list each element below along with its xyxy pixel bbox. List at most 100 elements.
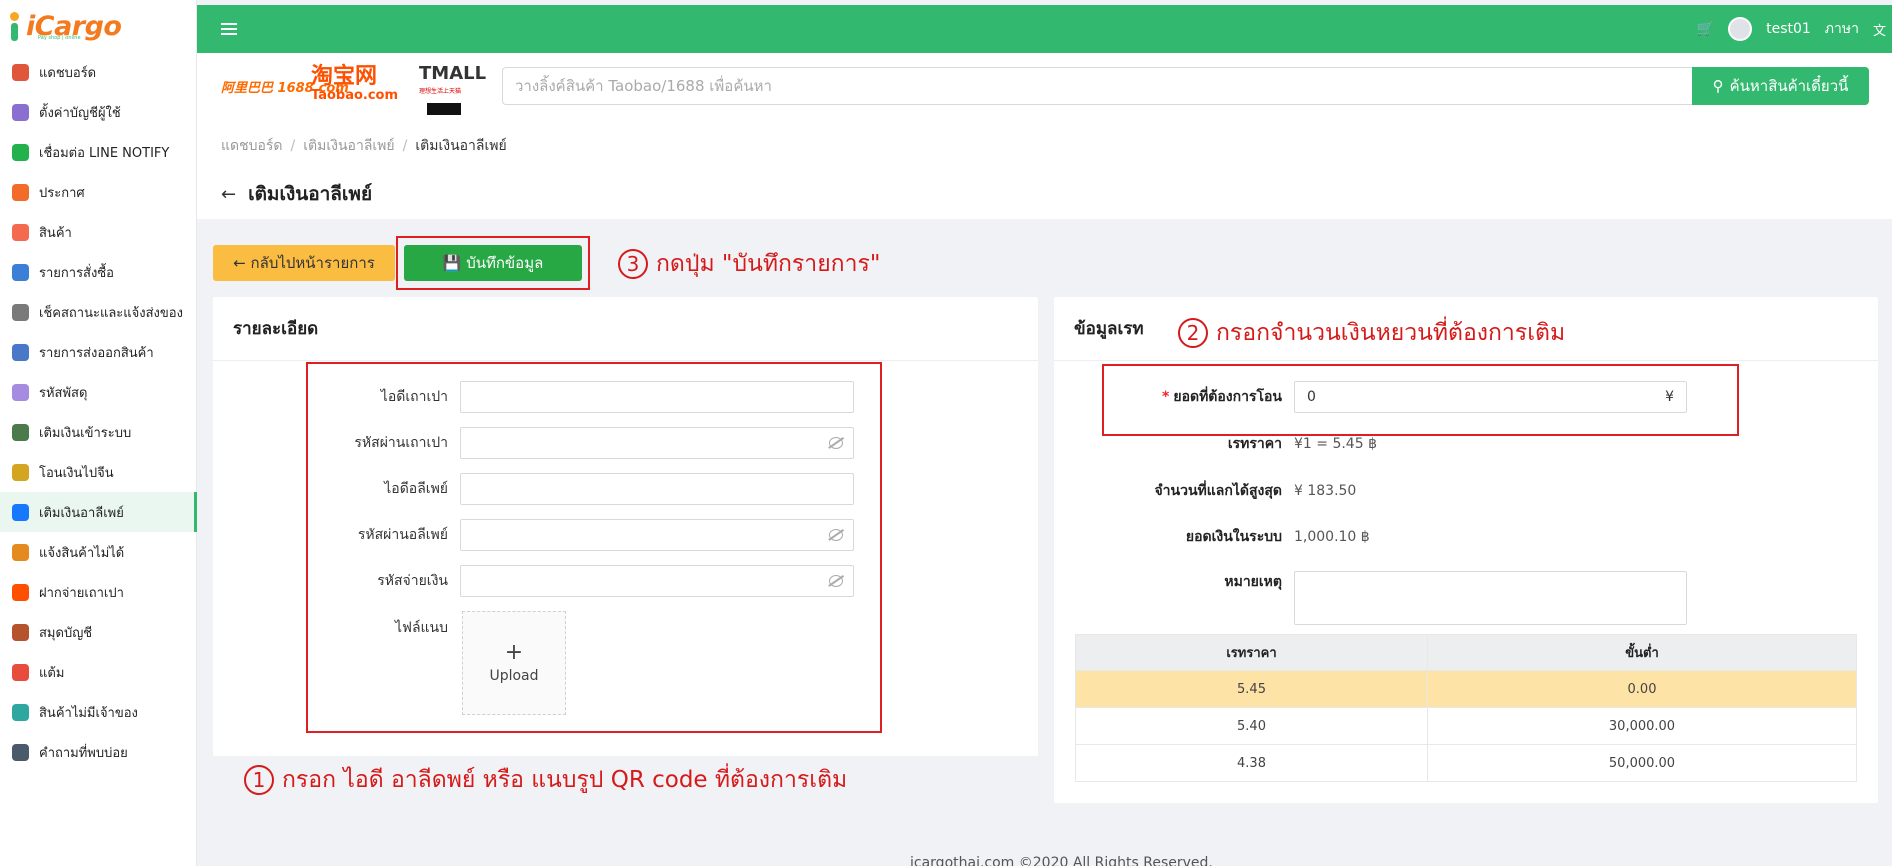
remark-textarea[interactable] — [1294, 571, 1687, 625]
sidebar-item[interactable]: แจ้งสินค้าไม่ได้ — [0, 532, 196, 572]
amount-input[interactable]: 0 ¥ — [1294, 381, 1687, 413]
sidebar-item[interactable]: เติมเงินเข้าระบบ — [0, 412, 196, 452]
annotation-step-3: 3 กดปุ่ม "บันทึกรายการ" — [618, 246, 880, 282]
breadcrumb-separator: / — [402, 138, 408, 154]
sidebar-item[interactable]: ตั้งค่าบัญชีผู้ใช้ — [0, 92, 196, 132]
sidebar-item-label: รหัสพัสดุ — [39, 385, 88, 401]
sidebar-item[interactable]: สินค้าไม่มีเจ้าของ — [0, 692, 196, 732]
cart-icon[interactable]: 🛒 — [1697, 21, 1714, 37]
table-row: 5.40 30,000.00 — [1075, 707, 1857, 745]
upload-button[interactable]: + Upload — [462, 611, 566, 715]
breadcrumb-current: เติมเงินอาลีเพย์ — [415, 138, 507, 154]
translate-icon[interactable]: 文 — [1873, 20, 1886, 39]
breadcrumb-item-alipay[interactable]: เติมเงินอาลีเพย์ — [303, 138, 394, 154]
alipay-password-row: รหัสผ่านอลีเพย์ — [190, 519, 854, 551]
payment-code-field[interactable] — [460, 565, 854, 597]
annotation-step-1: 1 กรอก ไอดี อาลีดพย์ หรือ แนบรูป QR code … — [244, 762, 847, 798]
brand-taobao-logo[interactable]: 淘宝网 Taobao.com — [311, 65, 398, 103]
back-arrow-icon[interactable]: ← — [221, 184, 236, 205]
alipay-icon — [12, 503, 29, 521]
chart-icon — [12, 63, 29, 81]
sidebar-item-label: เติมเงินอาลีเพย์ — [39, 505, 124, 521]
balance-label: ยอดเงินในระบบ — [1185, 529, 1282, 545]
plus-icon: + — [504, 640, 524, 665]
sidebar-item-label: ฝากจ่ายเถาเปา — [39, 585, 124, 601]
table-cell-rate: 4.38 — [1075, 744, 1428, 782]
sidebar-item-label: เชื่อมต่อ LINE NOTIFY — [39, 145, 170, 161]
sidebar-item[interactable]: รายการสั่งซื้อ — [0, 252, 196, 292]
amount-label-text: ยอดที่ต้องการโอน — [1173, 389, 1282, 405]
menu-toggle-icon[interactable] — [221, 23, 237, 35]
avatar[interactable] — [1728, 17, 1753, 41]
amount-value: 0 — [1307, 389, 1316, 405]
table-header-row: เรทราคา ขั้นต่ำ — [1075, 634, 1857, 671]
sidebar-item-label: แจ้งสินค้าไม่ได้ — [39, 545, 125, 561]
sidebar-item[interactable]: เติมเงินอาลีเพย์ — [0, 492, 197, 532]
max-value: ¥ 183.50 — [1294, 483, 1357, 499]
alipay-id-label: ไอดีอลีเพย์ — [384, 481, 448, 497]
user-name[interactable]: test01 — [1766, 21, 1811, 37]
sidebar-nav: แดชบอร์ด ตั้งค่าบัญชีผู้ใช้เชื่อมต่อ LINE… — [0, 52, 197, 772]
sidebar-item[interactable]: รายการส่งออกสินค้า — [0, 332, 196, 372]
taobao-password-field[interactable] — [460, 427, 854, 459]
amount-row: * ยอดที่ต้องการโอน 0 ¥ — [1054, 381, 1687, 413]
table-header-minimum: ขั้นต่ำ — [1427, 634, 1857, 671]
sidebar-item[interactable]: ฝากจ่ายเถาเปา — [0, 572, 196, 612]
eye-hidden-icon[interactable] — [829, 529, 843, 541]
table-cell-rate: 5.45 — [1075, 670, 1428, 708]
sidebar-item[interactable]: คำถามที่พบบ่อย — [0, 732, 196, 772]
sidebar-item[interactable]: เชื่อมต่อ LINE NOTIFY — [0, 132, 196, 172]
save-button[interactable]: 💾 บันทึกข้อมูล — [404, 245, 582, 281]
max-row: จำนวนที่แลกได้สูงสุด ¥ 183.50 — [1054, 480, 1356, 502]
save-label: บันทึกข้อมูล — [466, 254, 544, 272]
product-link-search-input[interactable] — [502, 67, 1692, 105]
rate-value: ¥1 = 5.45 ฿ — [1294, 436, 1377, 452]
brand-tmall-subtext: 理想生活上天猫 — [419, 88, 462, 95]
language-selector[interactable]: ภาษา — [1825, 18, 1859, 40]
line-icon — [12, 143, 29, 161]
sidebar-item[interactable]: รหัสพัสดุ — [0, 372, 196, 412]
sidebar-item-label: ประกาศ — [39, 185, 85, 201]
alipay-id-row: ไอดีอลีเพย์ — [190, 473, 854, 505]
sidebar-item[interactable]: สมุดบัญชี — [0, 612, 196, 652]
attachment-label: ไฟล์แนบ — [394, 620, 448, 636]
sidebar-item-label: เช็คสถานะและแจ้งส่งของ — [39, 305, 183, 321]
export-icon — [12, 343, 29, 361]
page-header: ← เติมเงินอาลีเพย์ — [197, 169, 1892, 219]
back-to-list-button[interactable]: ← กลับไปหน้ารายการ — [213, 245, 395, 281]
taobao-icon — [12, 583, 29, 601]
balance-value: 1,000.10 ฿ — [1294, 529, 1370, 545]
sidebar-item[interactable]: สินค้า — [0, 212, 196, 252]
book-icon — [12, 623, 29, 641]
sidebar-item[interactable]: ประกาศ — [0, 172, 196, 212]
sidebar-item-label: คำถามที่พบบ่อย — [39, 745, 128, 761]
sidebar-item[interactable]: โอนเงินไปจีน — [0, 452, 196, 492]
eye-hidden-icon[interactable] — [829, 437, 843, 449]
sidebar-item-label: แต้ม — [39, 665, 65, 681]
bag-icon — [12, 223, 29, 241]
alipay-password-field[interactable] — [460, 519, 854, 551]
arrow-left-icon: ← — [233, 254, 246, 272]
sidebar-item[interactable]: เช็คสถานะและแจ้งส่งของ — [0, 292, 196, 332]
table-row: 5.45 0.00 — [1075, 670, 1857, 708]
max-label: จำนวนที่แลกได้สูงสุด — [1154, 483, 1282, 499]
balance-row: ยอดเงินในระบบ 1,000.10 ฿ — [1054, 526, 1370, 548]
tmall-cat-icon — [427, 103, 461, 115]
annotation-text: กรอก ไอดี อาลีดพย์ หรือ แนบรูป QR code ท… — [282, 767, 848, 793]
brand-taobao-text: 淘宝网 — [311, 64, 378, 89]
logo[interactable]: iCargo Pay shop | online — [0, 0, 196, 52]
alipay-id-field[interactable] — [460, 473, 854, 505]
upload-label: Upload — [489, 668, 539, 684]
eye-hidden-icon[interactable] — [829, 575, 843, 587]
sidebar-item[interactable]: แดชบอร์ด — [0, 52, 196, 92]
brand-tmall-logo[interactable]: TMALL 理想生活上天猫 — [419, 65, 486, 119]
annotation-step-2: 2 กรอกจำนวนเงินหยวนที่ต้องการเติม — [1178, 315, 1565, 351]
taobao-id-field[interactable] — [460, 381, 854, 413]
annotation-number: 1 — [244, 765, 274, 795]
table-cell-minimum: 30,000.00 — [1427, 707, 1857, 745]
sidebar-item[interactable]: แต้ม — [0, 652, 196, 692]
rate-label: เรทราคา — [1227, 436, 1282, 452]
faq-icon — [12, 743, 29, 761]
search-button[interactable]: ⚲ ค้นหาสินค้าเดี๋ยวนี้ — [1692, 67, 1869, 105]
breadcrumb-item-dashboard[interactable]: แดชบอร์ด — [221, 138, 283, 154]
